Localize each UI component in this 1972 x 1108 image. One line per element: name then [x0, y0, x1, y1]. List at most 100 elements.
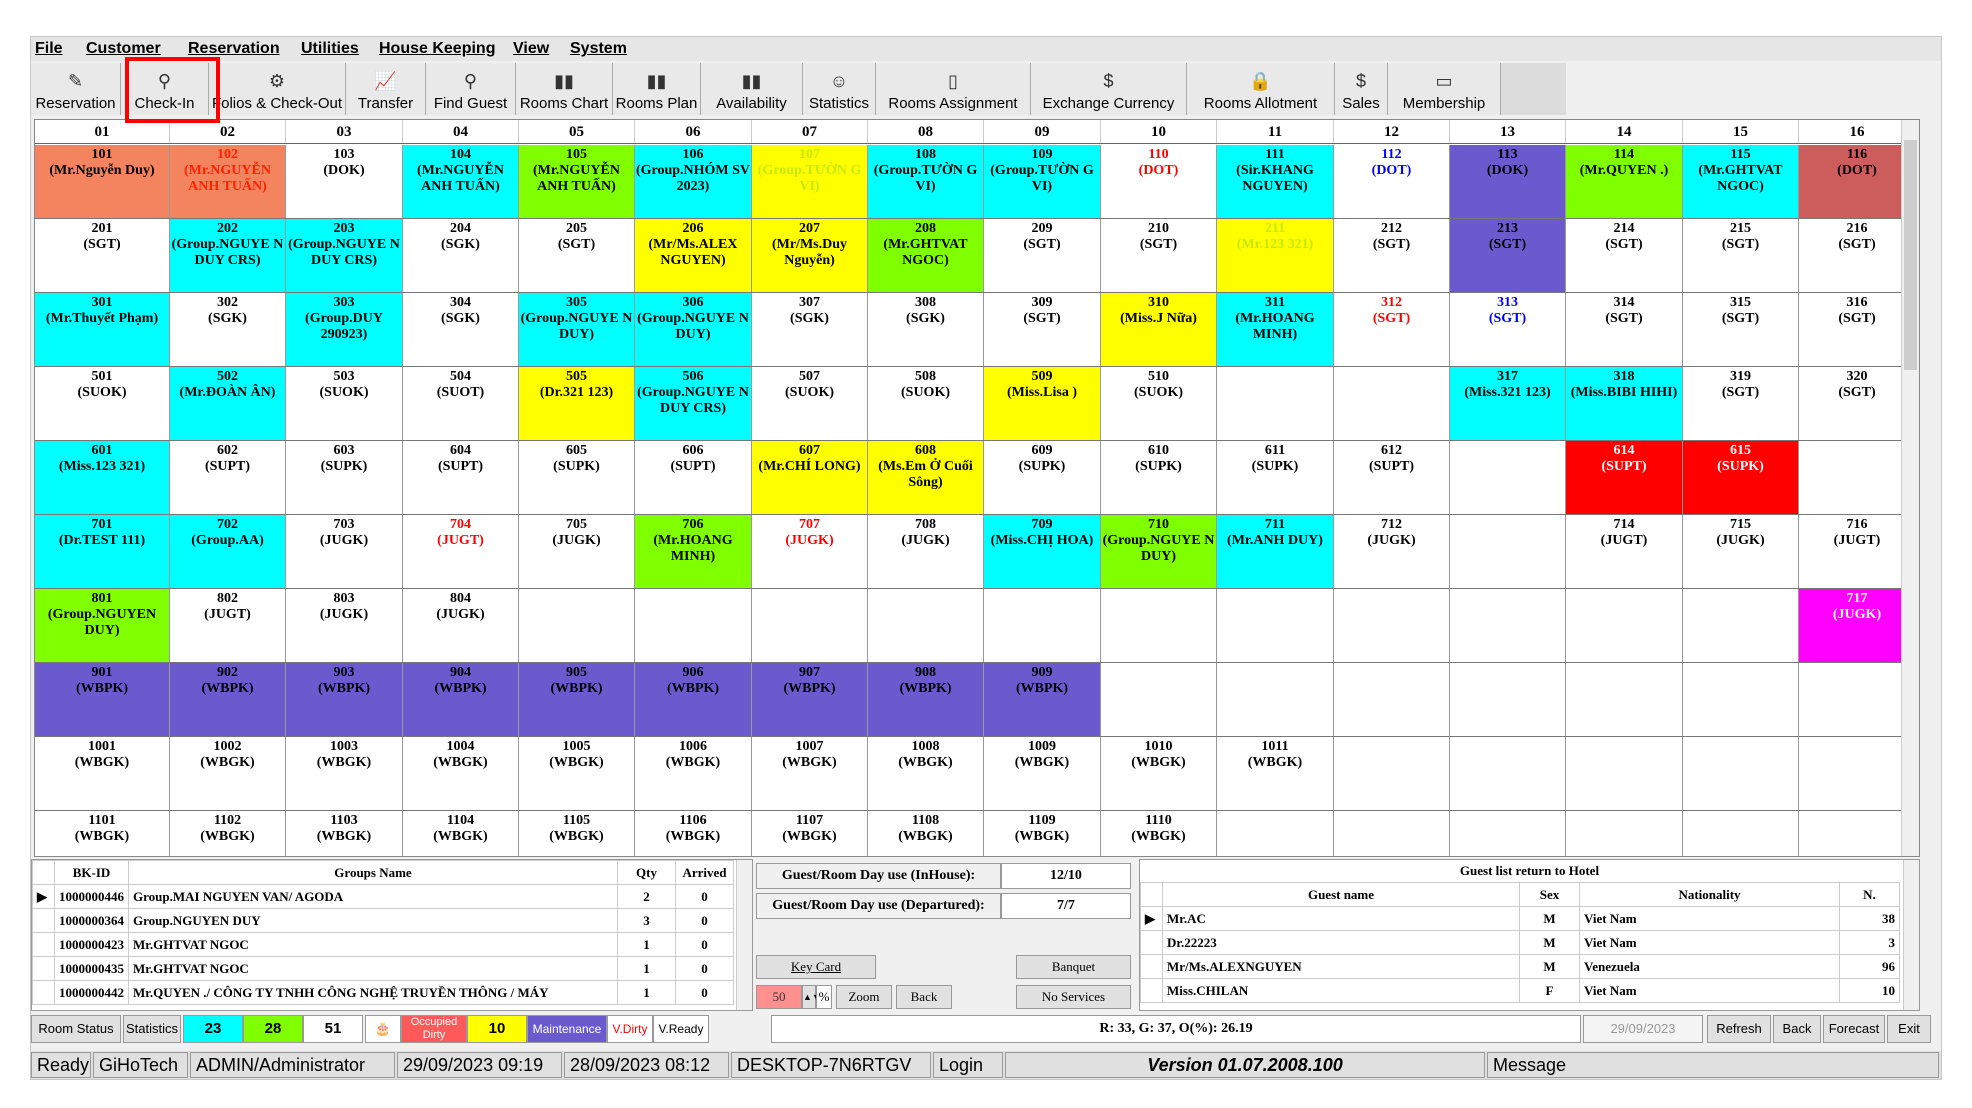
group-row[interactable]: 1000000442 Mr.QUYEN ./ CÔNG TY TNHH CÔNG …	[32, 980, 734, 1005]
room-cell[interactable]: 1104 (WBGK)	[403, 811, 519, 856]
room-cell[interactable]: 606 (SUPT)	[635, 441, 752, 514]
menu-file[interactable]: File	[35, 40, 63, 58]
toolbar-rooms-plan-button[interactable]: ▮▮ Rooms Plan	[613, 63, 701, 115]
menu-house-keeping[interactable]: House Keeping	[379, 40, 495, 58]
room-cell[interactable]: 1011 (WBGK)	[1217, 737, 1334, 810]
room-cell[interactable]: 1003 (WBGK)	[286, 737, 403, 810]
row-selector[interactable]: ▶	[1140, 906, 1163, 931]
room-cell[interactable]: 1004 (WBGK)	[403, 737, 519, 810]
room-cell[interactable]: 105 (Mr.NGUYỄN ANH TUẤN)	[519, 145, 635, 218]
room-cell[interactable]: 301 (Mr.Thuyết Phạm)	[35, 293, 170, 366]
exit-button[interactable]: Exit	[1887, 1015, 1931, 1043]
room-cell[interactable]: 507 (SUOK)	[752, 367, 868, 440]
room-cell[interactable]: 213 (SGT)	[1450, 219, 1566, 292]
room-status-button[interactable]: Room Status	[31, 1015, 121, 1043]
room-cell[interactable]: 1002 (WBGK)	[170, 737, 286, 810]
room-cell[interactable]: 615 (SUPK)	[1683, 441, 1799, 514]
room-cell[interactable]: 320 (SGT)	[1799, 367, 1916, 440]
room-cell[interactable]: 1108 (WBGK)	[868, 811, 984, 856]
room-cell[interactable]: 302 (SGK)	[170, 293, 286, 366]
toolbar-rooms-allotment-button[interactable]: 🔒 Rooms Allotment	[1187, 63, 1335, 115]
col-sex[interactable]: Sex	[1519, 882, 1580, 907]
room-cell[interactable]: 908 (WBPK)	[868, 663, 984, 736]
room-cell[interactable]: 317 (Miss.321 123)	[1450, 367, 1566, 440]
banquet-button[interactable]: Banquet	[1016, 955, 1131, 979]
room-cell[interactable]: 504 (SUOT)	[403, 367, 519, 440]
room-cell[interactable]: 903 (WBPK)	[286, 663, 403, 736]
guest-row[interactable]: Dr.22223 M Viet Nam 3	[1140, 930, 1900, 955]
room-cell[interactable]: 109 (Group.TƯỜN G VI)	[984, 145, 1101, 218]
key-card-button[interactable]: Key Card	[756, 955, 876, 979]
room-cell[interactable]: 709 (Miss.CHỊ HOA)	[984, 515, 1101, 588]
room-cell[interactable]: 114 (Mr.QUYEN .)	[1566, 145, 1683, 218]
toolbar-rooms-chart-button[interactable]: ▮▮ Rooms Chart	[516, 63, 613, 115]
room-cell[interactable]: 1106 (WBGK)	[635, 811, 752, 856]
row-selector[interactable]	[1140, 954, 1163, 979]
toolbar-reservation-button[interactable]: ✎ Reservation	[31, 63, 121, 115]
room-cell[interactable]: 716 (JUGT)	[1799, 515, 1916, 588]
room-cell[interactable]: 319 (SGT)	[1683, 367, 1799, 440]
room-cell[interactable]: 601 (Miss.123 321)	[35, 441, 170, 514]
room-cell[interactable]: 509 (Miss.Lisa )	[984, 367, 1101, 440]
room-cell[interactable]: 904 (WBPK)	[403, 663, 519, 736]
room-cell[interactable]: 704 (JUGT)	[403, 515, 519, 588]
menu-utilities[interactable]: Utilities	[301, 40, 359, 58]
room-cell[interactable]: 204 (SGK)	[403, 219, 519, 292]
toolbar-sales-button[interactable]: $ Sales	[1335, 63, 1388, 115]
room-cell[interactable]: 214 (SGT)	[1566, 219, 1683, 292]
group-row[interactable]: ▶ 1000000446 Group.MAI NGUYEN VAN/ AGODA 2 0	[32, 884, 734, 909]
room-cell[interactable]: 612 (SUPT)	[1334, 441, 1450, 514]
room-grid-scrollbar[interactable]	[1901, 120, 1919, 856]
room-cell[interactable]: 104 (Mr.NGUYỄN ANH TUẤN)	[403, 145, 519, 218]
room-cell[interactable]: 107 (Group.TƯỜN G VI)	[752, 145, 868, 218]
room-cell[interactable]: 508 (SUOK)	[868, 367, 984, 440]
room-cell[interactable]: 313 (SGT)	[1450, 293, 1566, 366]
group-row[interactable]: 1000000423 Mr.GHTVAT NGOC 1 0	[32, 932, 734, 957]
toolbar-folios-check-out-button[interactable]: ⚙ Folios & Check-Out	[209, 63, 346, 115]
col-bk-id[interactable]: BK-ID	[54, 860, 129, 885]
room-cell[interactable]: 603 (SUPK)	[286, 441, 403, 514]
row-selector[interactable]	[32, 980, 55, 1005]
groups-scrollbar[interactable]	[736, 860, 752, 1010]
menu-customer[interactable]: Customer	[86, 40, 161, 58]
menu-system[interactable]: System	[570, 40, 627, 58]
room-cell[interactable]: 803 (JUGK)	[286, 589, 403, 662]
room-cell[interactable]: 607 (Mr.CHÍ LONG)	[752, 441, 868, 514]
row-selector[interactable]	[1140, 978, 1163, 1003]
room-cell[interactable]: 210 (SGT)	[1101, 219, 1217, 292]
room-cell[interactable]: 510 (SUOK)	[1101, 367, 1217, 440]
date-picker[interactable]: 29/09/2023	[1583, 1015, 1703, 1043]
room-cell[interactable]: 303 (Group.DUY 290923)	[286, 293, 403, 366]
room-cell[interactable]: 712 (JUGK)	[1334, 515, 1450, 588]
room-cell[interactable]: 1107 (WBGK)	[752, 811, 868, 856]
room-cell[interactable]: 1101 (WBGK)	[35, 811, 170, 856]
room-cell[interactable]: 605 (SUPK)	[519, 441, 635, 514]
row-selector[interactable]	[32, 932, 55, 957]
room-cell[interactable]: 215 (SGT)	[1683, 219, 1799, 292]
room-cell[interactable]: 102 (Mr.NGUYỄN ANH TUẤN)	[170, 145, 286, 218]
toolbar-availability-button[interactable]: ▮▮ Availability	[701, 63, 803, 115]
room-cell[interactable]: 112 (DOT)	[1334, 145, 1450, 218]
group-row[interactable]: 1000000435 Mr.GHTVAT NGOC 1 0	[32, 956, 734, 981]
room-cell[interactable]: 202 (Group.NGUYE N DUY CRS)	[170, 219, 286, 292]
room-cell[interactable]: 113 (DOK)	[1450, 145, 1566, 218]
col-qty[interactable]: Qty	[617, 860, 676, 885]
guest-row[interactable]: Mr/Ms.ALEXNGUYEN M Venezuela 96	[1140, 954, 1900, 979]
col-groups-name[interactable]: Groups Name	[128, 860, 618, 885]
room-cell[interactable]: 906 (WBPK)	[635, 663, 752, 736]
room-cell[interactable]: 304 (SGK)	[403, 293, 519, 366]
room-cell[interactable]: 101 (Mr.Nguyễn Duy)	[35, 145, 170, 218]
room-cell[interactable]: 905 (WBPK)	[519, 663, 635, 736]
room-cell[interactable]: 1105 (WBGK)	[519, 811, 635, 856]
room-cell[interactable]: 315 (SGT)	[1683, 293, 1799, 366]
row-selector[interactable]	[32, 908, 55, 933]
room-cell[interactable]: 802 (JUGT)	[170, 589, 286, 662]
guest-row[interactable]: ▶ Mr.AC M Viet Nam 38	[1140, 906, 1900, 931]
toolbar-transfer-button[interactable]: 📈 Transfer	[346, 63, 426, 115]
guest-list-scrollbar[interactable]	[1903, 860, 1919, 1010]
room-cell[interactable]: 309 (SGT)	[984, 293, 1101, 366]
room-cell[interactable]: 501 (SUOK)	[35, 367, 170, 440]
room-cell[interactable]: 902 (WBPK)	[170, 663, 286, 736]
row-selector[interactable]	[32, 956, 55, 981]
toolbar-statistics-button[interactable]: ☺ Statistics	[803, 63, 876, 115]
